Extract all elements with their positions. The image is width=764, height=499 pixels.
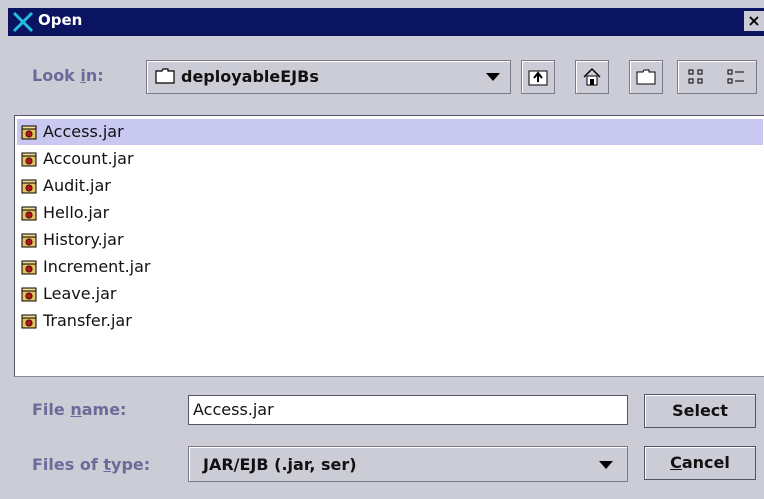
file-list[interactable]: Access.jar Account.jar Audit.jar Hello.jar H… xyxy=(14,115,764,377)
file-row[interactable]: Hello.jar xyxy=(17,200,763,226)
jar-file-icon xyxy=(21,152,37,167)
file-name-label: File name: xyxy=(32,400,127,419)
file-row[interactable]: Access.jar xyxy=(17,119,763,145)
x-window-icon xyxy=(12,11,34,33)
jar-file-icon xyxy=(21,206,37,221)
up-one-level-icon xyxy=(528,70,548,86)
file-name-input[interactable]: Access.jar xyxy=(188,395,628,425)
close-button[interactable]: × xyxy=(744,11,764,31)
look-in-value: deployableEJBs xyxy=(181,67,319,86)
file-name: Transfer.jar xyxy=(43,311,132,330)
jar-file-icon xyxy=(21,179,37,194)
file-name: Hello.jar xyxy=(43,203,110,222)
files-of-type-value: JAR/EJB (.jar, ser) xyxy=(203,455,357,474)
select-button[interactable]: Select xyxy=(644,394,756,428)
new-folder-button[interactable] xyxy=(629,60,663,94)
cancel-button[interactable]: Cancel xyxy=(644,446,756,480)
jar-file-icon xyxy=(21,125,37,140)
file-row[interactable]: Transfer.jar xyxy=(17,308,763,334)
folder-icon xyxy=(155,68,175,84)
file-name: Audit.jar xyxy=(43,176,111,195)
files-of-type-label: Files of type: xyxy=(32,455,151,474)
list-view-icon xyxy=(688,69,703,84)
details-view-button[interactable] xyxy=(717,61,755,93)
jar-file-icon xyxy=(21,287,37,302)
file-name: Account.jar xyxy=(43,149,134,168)
chevron-down-icon[interactable] xyxy=(599,461,613,469)
home-button[interactable] xyxy=(575,60,609,94)
file-name: Leave.jar xyxy=(43,284,117,303)
file-row[interactable]: Increment.jar xyxy=(17,254,763,280)
file-name: History.jar xyxy=(43,230,124,249)
look-in-label: Look in: xyxy=(32,66,104,85)
file-row[interactable]: Account.jar xyxy=(17,146,763,172)
file-row[interactable]: Leave.jar xyxy=(17,281,763,307)
home-icon xyxy=(583,67,601,86)
file-name: Increment.jar xyxy=(43,257,151,276)
title-bar[interactable]: Open × xyxy=(8,8,764,36)
jar-file-icon xyxy=(21,260,37,275)
details-view-icon xyxy=(727,69,744,84)
file-name: Access.jar xyxy=(43,122,124,141)
up-one-level-button[interactable] xyxy=(521,60,555,94)
file-row[interactable]: Audit.jar xyxy=(17,173,763,199)
jar-file-icon xyxy=(21,314,37,329)
jar-file-icon xyxy=(21,233,37,248)
view-toggle xyxy=(677,60,757,94)
chevron-down-icon[interactable] xyxy=(486,73,500,81)
window-title: Open xyxy=(38,11,83,29)
new-folder-icon xyxy=(636,69,656,85)
open-dialog: Open × Look in: deployableEJBs Access.ja… xyxy=(0,0,764,499)
list-view-button[interactable] xyxy=(678,61,716,93)
look-in-combo[interactable]: deployableEJBs xyxy=(146,60,511,94)
file-row[interactable]: History.jar xyxy=(17,227,763,253)
file-name-value: Access.jar xyxy=(193,400,274,419)
files-of-type-combo[interactable]: JAR/EJB (.jar, ser) xyxy=(188,446,628,482)
